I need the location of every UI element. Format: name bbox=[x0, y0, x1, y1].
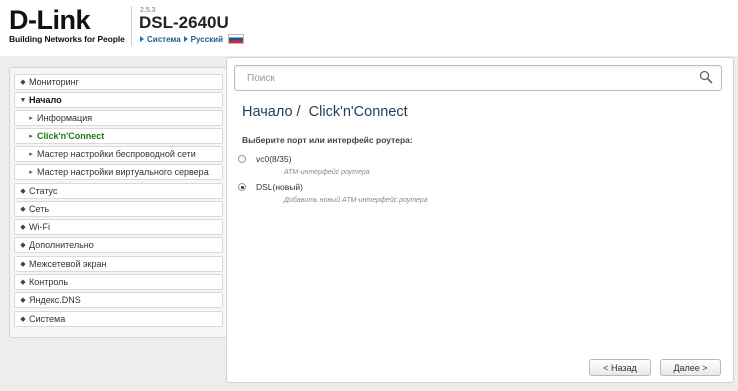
search-icon[interactable] bbox=[699, 70, 713, 84]
header-divider bbox=[131, 6, 132, 46]
plus-icon: ◆ bbox=[20, 279, 26, 286]
dlink-logo[interactable]: D-Link Building Networks for People bbox=[9, 6, 127, 48]
sidebar-item-label: Wi-Fi bbox=[29, 222, 50, 232]
sidebar-item-status[interactable]: ◆ Статус bbox=[14, 183, 223, 199]
sidebar-item-control[interactable]: ◆ Контроль bbox=[14, 274, 223, 290]
page-title-section: Начало / bbox=[242, 104, 301, 120]
plus-icon: ◆ bbox=[20, 79, 26, 86]
radio-vc0[interactable] bbox=[238, 155, 246, 163]
sidebar-item-yandex-dns[interactable]: ◆ Яндекс.DNS bbox=[14, 292, 223, 308]
sidebar-item-label: Начало bbox=[29, 95, 62, 105]
sidebar-item-label: Мастер настройки виртуального сервера bbox=[37, 167, 209, 177]
sidebar-item-label: Click'n'Connect bbox=[37, 131, 105, 141]
sidebar-item-label: Контроль bbox=[29, 277, 69, 287]
sidebar-item-firewall[interactable]: ◆ Межсетевой экран bbox=[14, 256, 223, 272]
arrow-right-icon: ▸ bbox=[29, 151, 33, 158]
sidebar-item-label: Статус bbox=[29, 186, 58, 196]
sidebar: ◆ Мониторинг ▼ Начало ▸ Информация ▸ Cli… bbox=[9, 67, 227, 338]
sidebar-item-label: Система bbox=[29, 314, 66, 324]
sidebar-item-info[interactable]: ▸ Информация bbox=[14, 110, 223, 126]
sidebar-item-network[interactable]: ◆ Сеть bbox=[14, 201, 223, 217]
sidebar-item-system[interactable]: ◆ Система bbox=[14, 311, 223, 327]
logo-text: D-Link bbox=[9, 5, 91, 35]
minus-icon: ▼ bbox=[19, 96, 27, 104]
arrow-right-icon bbox=[140, 36, 144, 42]
language-selector[interactable]: Русский bbox=[191, 35, 223, 44]
back-button[interactable]: < Назад bbox=[589, 359, 651, 376]
sidebar-item-start[interactable]: ▼ Начало bbox=[14, 92, 223, 108]
breadcrumb: Система Русский bbox=[140, 34, 244, 44]
sidebar-item-clickconnect[interactable]: ▸ Click'n'Connect bbox=[14, 128, 223, 144]
russian-flag-icon[interactable] bbox=[228, 34, 244, 44]
sidebar-item-wifi-wizard[interactable]: ▸ Мастер настройки беспроводной сети bbox=[14, 146, 223, 162]
main-panel: Начало / Click'n'Connect Выберите порт и… bbox=[226, 57, 734, 383]
next-button[interactable]: Далее > bbox=[660, 359, 721, 376]
search-input[interactable] bbox=[245, 70, 689, 87]
arrow-right-icon bbox=[183, 36, 188, 42]
option-vc0[interactable]: vc0(8/35) bbox=[238, 154, 291, 164]
plus-icon: ◆ bbox=[20, 297, 26, 304]
sidebar-item-wifi[interactable]: ◆ Wi-Fi bbox=[14, 219, 223, 235]
device-model: DSL-2640U bbox=[139, 13, 229, 32]
sidebar-item-label: Мастер настройки беспроводной сети bbox=[37, 149, 196, 159]
arrow-right-icon: ▸ bbox=[29, 169, 33, 176]
plus-icon: ◆ bbox=[20, 261, 26, 268]
option-description: ATM-интерфейс роутера bbox=[284, 169, 370, 176]
page-title-name: Click'n'Connect bbox=[308, 104, 408, 120]
sidebar-item-label: Яндекс.DNS bbox=[29, 295, 81, 305]
sidebar-item-label: Информация bbox=[37, 113, 93, 123]
sidebar-item-label: Мониторинг bbox=[29, 77, 79, 87]
logo-tagline: Building Networks for People bbox=[9, 34, 125, 44]
plus-icon: ◆ bbox=[20, 206, 26, 213]
option-label[interactable]: DSL(новый) bbox=[256, 182, 303, 192]
option-label[interactable]: vc0(8/35) bbox=[256, 154, 291, 164]
radio-dsl-new[interactable] bbox=[238, 183, 246, 191]
sidebar-item-advanced[interactable]: ◆ Дополнительно bbox=[14, 237, 223, 253]
search-box bbox=[234, 65, 722, 91]
sidebar-item-label: Дополнительно bbox=[29, 240, 94, 250]
option-description: Добавить новый ATM-интерфейс роутера bbox=[284, 197, 428, 204]
page-title: Начало / Click'n'Connect bbox=[242, 104, 408, 120]
sidebar-item-label: Межсетевой экран bbox=[29, 259, 107, 269]
arrow-right-icon: ▸ bbox=[29, 115, 33, 122]
plus-icon: ◆ bbox=[20, 224, 26, 231]
plus-icon: ◆ bbox=[20, 316, 26, 323]
plus-icon: ◆ bbox=[20, 242, 26, 249]
port-prompt: Выберите порт или интерфейс роутера: bbox=[242, 135, 413, 145]
header: D-Link Building Networks for People 2.5.… bbox=[0, 0, 738, 56]
arrow-right-icon: ▸ bbox=[29, 133, 33, 140]
option-dsl-new[interactable]: DSL(новый) bbox=[238, 182, 303, 192]
sidebar-item-label: Сеть bbox=[29, 204, 50, 214]
sidebar-item-monitoring[interactable]: ◆ Мониторинг bbox=[14, 74, 223, 90]
plus-icon: ◆ bbox=[20, 188, 26, 195]
sidebar-item-vserver-wizard[interactable]: ▸ Мастер настройки виртуального сервера bbox=[14, 164, 223, 180]
breadcrumb-system[interactable]: Система bbox=[147, 35, 181, 44]
